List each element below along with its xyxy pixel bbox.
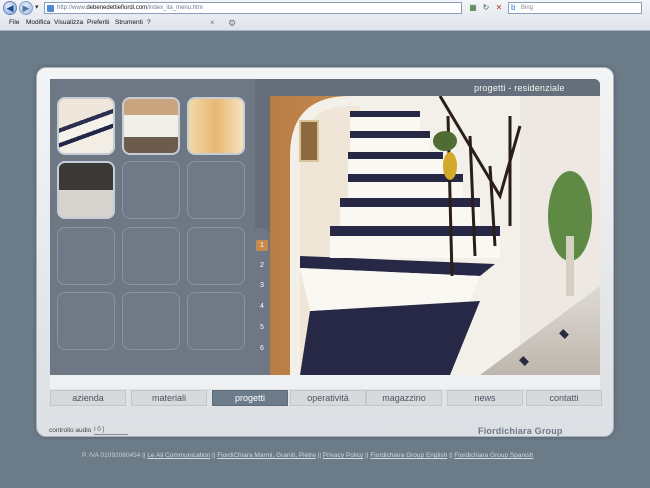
audio-control[interactable]: I 0 ] xyxy=(94,427,128,435)
menu-strumenti[interactable]: Strumenti xyxy=(115,19,143,26)
nav-news[interactable]: news xyxy=(447,390,523,406)
forward-button[interactable]: ▶ xyxy=(19,1,33,15)
page-number-1[interactable]: 1 xyxy=(256,240,268,251)
thumbnail-bathroom[interactable] xyxy=(122,97,180,155)
thumbnail-empty xyxy=(122,161,180,219)
refresh-icon[interactable]: ↻ xyxy=(481,3,491,13)
footer-link-spanish[interactable]: Fiordichiara Group Spanish xyxy=(454,452,533,459)
menu-file[interactable]: File xyxy=(9,19,19,26)
stop-icon[interactable]: ✕ xyxy=(494,3,504,13)
history-dropdown-icon[interactable]: ▾ xyxy=(35,3,39,11)
nav-contatti[interactable]: contatti xyxy=(526,390,602,406)
page-number-4[interactable]: 4 xyxy=(256,303,268,310)
footer-separator: || xyxy=(449,452,453,459)
address-bar[interactable]: http://www.debenedettiefiordi.com/index_… xyxy=(44,2,462,14)
nav-progetti[interactable]: progetti xyxy=(212,390,288,406)
menu-visualizza[interactable]: Visualizza xyxy=(54,19,83,26)
thumbnail-empty xyxy=(187,292,245,350)
close-tab-icon[interactable]: × xyxy=(210,18,215,27)
main-photo xyxy=(270,96,600,375)
thumbnail-empty xyxy=(187,227,245,285)
section-title: progetti - residenziale xyxy=(474,83,565,93)
address-path: /index_ita_menu.htm xyxy=(147,5,203,11)
address-domain: debenedettiefiordi.com xyxy=(86,5,148,11)
favicon-icon xyxy=(47,5,54,12)
search-box[interactable]: b Bing xyxy=(508,2,642,14)
footer-separator: || xyxy=(212,452,216,459)
staircase-image xyxy=(270,96,600,375)
menu-modifica[interactable]: Modifica xyxy=(26,19,50,26)
thumbnail-empty xyxy=(122,292,180,350)
settings-gear-icon[interactable]: ⚙ xyxy=(228,18,236,29)
page-number-2[interactable]: 2 xyxy=(256,262,268,269)
footer-link-english[interactable]: Fiordichiara Group English xyxy=(370,452,447,459)
footer-link-fiordichiara-marmi[interactable]: FiordiChiara Marmi, Graniti, Pietre xyxy=(217,452,316,459)
menu-help[interactable]: ? xyxy=(147,19,151,26)
thumbnail-vanity[interactable] xyxy=(187,97,245,155)
thumbnail-staircase[interactable] xyxy=(57,97,115,155)
footer-link-le-ali[interactable]: Le Ali Communication xyxy=(147,452,210,459)
thumbnail-empty xyxy=(187,161,245,219)
bing-icon: b xyxy=(511,3,516,12)
footer-separator: || xyxy=(317,452,322,459)
thumbnail-interior[interactable] xyxy=(57,161,115,219)
thumbnail-empty xyxy=(122,227,180,285)
thumbnail-empty xyxy=(57,227,115,285)
menu-bar: File Modifica Visualizza Preferiti Strum… xyxy=(0,16,650,30)
page-number-3[interactable]: 3 xyxy=(256,282,268,289)
nav-materiali[interactable]: materiali xyxy=(131,390,207,406)
address-prefix: http://www. xyxy=(57,5,87,11)
browser-chrome: ◀ ▶ ▾ http://www.debenedettiefiordi.com/… xyxy=(0,0,650,31)
search-placeholder: Bing xyxy=(521,5,534,11)
nav-magazzino[interactable]: magazzino xyxy=(366,390,442,406)
nav-spacer xyxy=(50,375,600,389)
menu-preferiti[interactable]: Preferiti xyxy=(87,19,109,26)
audio-label: controllo audio xyxy=(49,427,92,434)
compatibility-icon[interactable]: ▦ xyxy=(468,3,478,13)
page-number-6[interactable]: 6 xyxy=(256,345,268,352)
footer-vat: P. IVA 01092080454 || xyxy=(82,452,146,459)
nav-azienda[interactable]: azienda xyxy=(50,390,126,406)
thumbnail-empty xyxy=(57,292,115,350)
footer-link-privacy[interactable]: Privacy Policy xyxy=(323,452,363,459)
footer-separator: || xyxy=(365,452,369,459)
browser-toolbar: ◀ ▶ ▾ http://www.debenedettiefiordi.com/… xyxy=(0,0,650,16)
nav-operativita[interactable]: operatività xyxy=(290,390,366,406)
back-button[interactable]: ◀ xyxy=(3,1,17,15)
footer: P. IVA 01092080454 || Le Ali Communicati… xyxy=(82,452,582,459)
page-number-5[interactable]: 5 xyxy=(256,324,268,331)
brand-logo: Fiordichiara Group xyxy=(478,426,563,436)
